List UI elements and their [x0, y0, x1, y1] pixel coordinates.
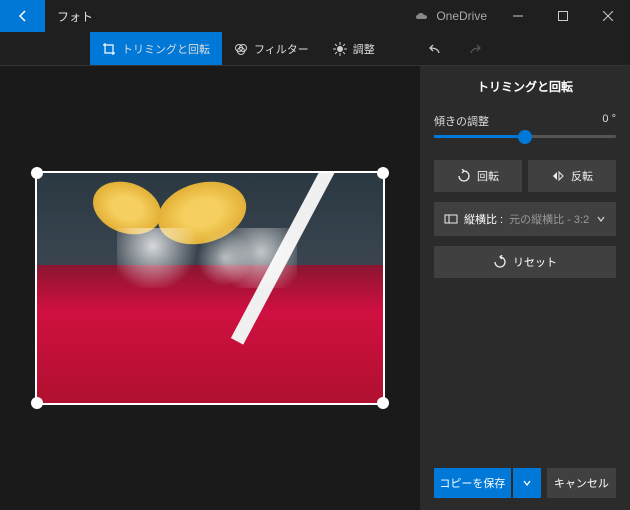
panel-title: トリミングと回転 — [434, 78, 616, 95]
tilt-slider: 傾きの調整 0 ° — [434, 113, 616, 138]
rotate-icon — [457, 169, 471, 183]
aspect-label: 縦横比 : — [464, 211, 503, 227]
window-controls — [495, 0, 630, 32]
crop-handle-bottom-right[interactable] — [377, 397, 389, 409]
tilt-track[interactable] — [434, 135, 616, 138]
aspect-value: 元の縦横比 - 3:2 — [509, 211, 589, 227]
reset-icon — [493, 255, 507, 269]
reset-button[interactable]: リセット — [434, 246, 616, 278]
title-bar: フォト OneDrive — [0, 0, 630, 32]
canvas-area — [0, 66, 420, 510]
cancel-button[interactable]: キャンセル — [547, 468, 616, 498]
editor-toolbar: トリミングと回転 フィルター 調整 — [0, 32, 630, 66]
crop-handle-top-left[interactable] — [31, 167, 43, 179]
redo-button[interactable] — [455, 32, 493, 65]
cloud-icon — [414, 11, 430, 22]
crop-frame[interactable] — [35, 171, 385, 405]
main-area: トリミングと回転 傾きの調整 0 ° 回転 反転 縦横比 : — [0, 66, 630, 510]
crop-icon — [102, 42, 116, 56]
adjust-icon — [333, 42, 347, 56]
panel-footer: コピーを保存 キャンセル — [434, 468, 616, 498]
tilt-label: 傾きの調整 — [434, 113, 489, 129]
app-title: フォト — [45, 8, 414, 25]
onedrive-status[interactable]: OneDrive — [414, 9, 487, 23]
filter-icon — [234, 42, 248, 56]
maximize-button[interactable] — [540, 0, 585, 32]
photo-preview — [37, 173, 383, 403]
save-options-button[interactable] — [513, 468, 541, 498]
onedrive-label: OneDrive — [436, 9, 487, 23]
undo-icon — [428, 41, 444, 57]
flip-icon — [551, 169, 565, 183]
save-copy-button[interactable]: コピーを保存 — [434, 468, 511, 498]
arrow-left-icon — [15, 8, 31, 24]
undo-button[interactable] — [417, 32, 455, 65]
flip-button[interactable]: 反転 — [528, 160, 616, 192]
minimize-button[interactable] — [495, 0, 540, 32]
minimize-icon — [513, 11, 523, 21]
maximize-icon — [558, 11, 568, 21]
tilt-thumb[interactable] — [518, 130, 532, 144]
chevron-down-icon — [596, 214, 606, 224]
tab-crop-rotate[interactable]: トリミングと回転 — [90, 32, 222, 65]
close-button[interactable] — [585, 0, 630, 32]
aspect-ratio-dropdown[interactable]: 縦横比 : 元の縦横比 - 3:2 — [434, 202, 616, 236]
tab-filter[interactable]: フィルター — [222, 32, 321, 65]
crop-handle-top-right[interactable] — [377, 167, 389, 179]
back-button[interactable] — [0, 0, 45, 32]
chevron-down-icon — [522, 478, 532, 488]
side-panel: トリミングと回転 傾きの調整 0 ° 回転 反転 縦横比 : — [420, 66, 630, 510]
redo-icon — [466, 41, 482, 57]
tab-adjust[interactable]: 調整 — [321, 32, 387, 65]
tilt-value: 0 ° — [602, 113, 616, 129]
aspect-icon — [444, 212, 458, 226]
crop-handle-bottom-left[interactable] — [31, 397, 43, 409]
rotate-button[interactable]: 回転 — [434, 160, 522, 192]
close-icon — [603, 11, 613, 21]
